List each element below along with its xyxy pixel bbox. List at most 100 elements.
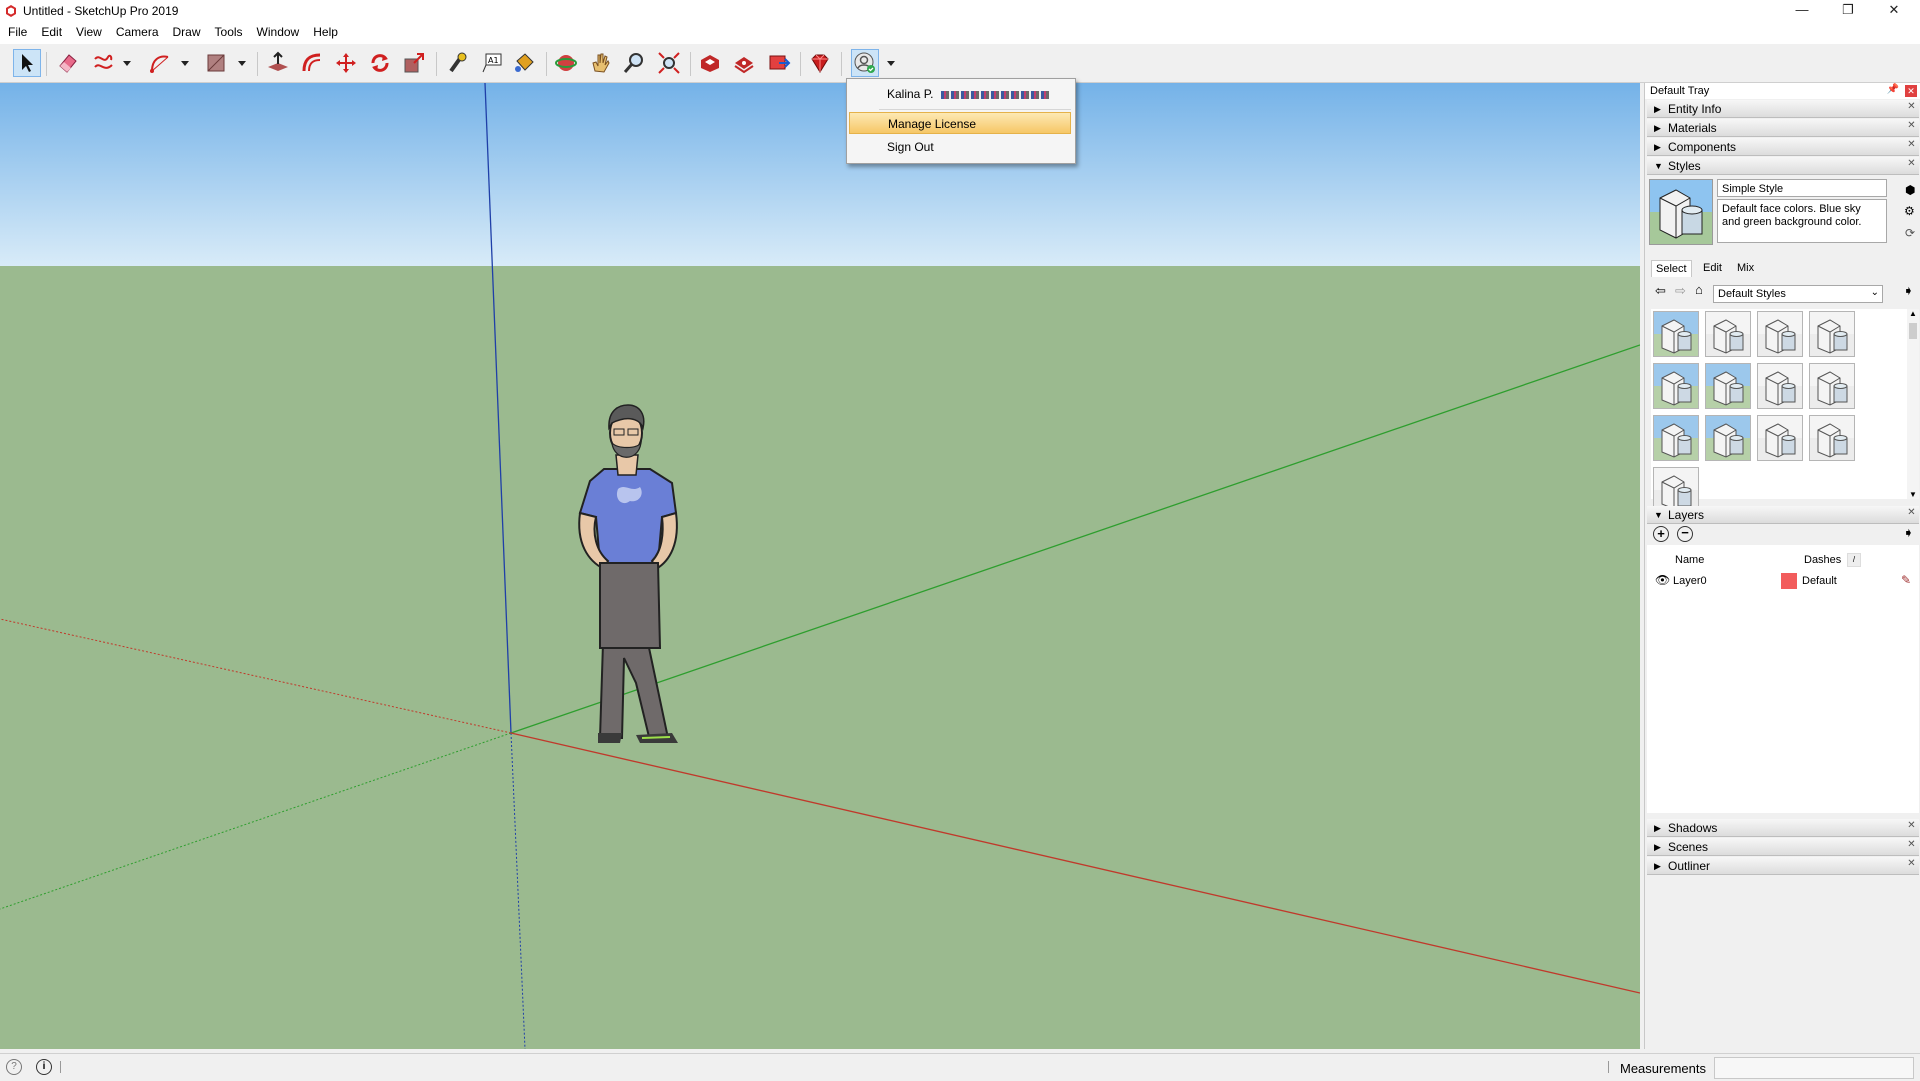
- model-viewport[interactable]: [0, 83, 1640, 1049]
- tray-close-button[interactable]: ✕: [1905, 85, 1917, 97]
- update-style-icon[interactable]: ⚙: [1904, 204, 1915, 218]
- eraser-tool-button[interactable]: [54, 49, 82, 77]
- menu-edit[interactable]: Edit: [34, 22, 69, 39]
- col-name-header[interactable]: Name: [1675, 554, 1704, 566]
- refresh-icon[interactable]: ⟳: [1905, 226, 1915, 240]
- style-thumbnail[interactable]: [1705, 311, 1751, 357]
- menu-help[interactable]: Help: [306, 22, 345, 39]
- info-icon[interactable]: i: [36, 1059, 52, 1075]
- chevron-down-icon[interactable]: [122, 58, 132, 68]
- add-layer-icon[interactable]: +: [1653, 526, 1669, 542]
- restore-button[interactable]: ❐: [1825, 0, 1871, 22]
- close-icon[interactable]: ✕: [1906, 121, 1917, 132]
- scroll-up-icon[interactable]: ▲: [1909, 309, 1917, 318]
- style-thumbnail[interactable]: [1809, 311, 1855, 357]
- panel-shadows[interactable]: ▶ Shadows ✕: [1647, 819, 1919, 837]
- push-pull-tool-button[interactable]: [264, 49, 292, 77]
- details-arrow-icon[interactable]: ➧: [1903, 283, 1914, 299]
- menu-file[interactable]: File: [0, 22, 34, 39]
- remove-layer-icon[interactable]: −: [1677, 526, 1693, 542]
- close-icon[interactable]: ✕: [1906, 159, 1917, 170]
- tab-mix[interactable]: Mix: [1737, 262, 1754, 274]
- panel-components[interactable]: ▶ Components ✕: [1647, 138, 1919, 156]
- pin-icon[interactable]: 📌: [1887, 84, 1899, 95]
- sign-out-item[interactable]: Sign Out: [849, 136, 1071, 158]
- menu-view[interactable]: View: [69, 22, 109, 39]
- menu-camera[interactable]: Camera: [109, 22, 166, 39]
- col-dashes-header[interactable]: Dashes: [1804, 554, 1841, 566]
- style-thumbnail[interactable]: [1809, 363, 1855, 409]
- scale-tool-button[interactable]: [400, 49, 428, 77]
- style-thumbnail[interactable]: [1809, 415, 1855, 461]
- zoom-extents-tool-button[interactable]: [655, 49, 683, 77]
- offset-tool-button[interactable]: [298, 49, 326, 77]
- panel-scenes[interactable]: ▶ Scenes ✕: [1647, 838, 1919, 856]
- visibility-eye-icon[interactable]: 👁: [1655, 573, 1670, 587]
- close-icon[interactable]: ✕: [1906, 102, 1917, 113]
- forward-arrow-icon[interactable]: ⇨: [1675, 283, 1686, 299]
- back-arrow-icon[interactable]: ⇦: [1655, 283, 1666, 299]
- style-name-field[interactable]: Simple Style: [1717, 179, 1887, 197]
- close-icon[interactable]: ✕: [1906, 508, 1917, 519]
- panel-outliner[interactable]: ▶ Outliner ✕: [1647, 857, 1919, 875]
- close-icon[interactable]: ✕: [1906, 859, 1917, 870]
- measurements-input[interactable]: [1714, 1057, 1914, 1079]
- tab-edit[interactable]: Edit: [1703, 262, 1722, 274]
- extension-manager-button[interactable]: [806, 49, 834, 77]
- tape-measure-tool-button[interactable]: [443, 49, 471, 77]
- thumbnail-scrollbar[interactable]: ▲ ▼: [1907, 309, 1919, 499]
- menu-window[interactable]: Window: [250, 22, 307, 39]
- 3d-warehouse-button[interactable]: [696, 49, 724, 77]
- close-icon[interactable]: ✕: [1906, 840, 1917, 851]
- home-icon[interactable]: ⌂: [1695, 282, 1703, 297]
- text-tool-button[interactable]: A1: [478, 49, 506, 77]
- layer-row[interactable]: 👁 Layer0 Default ✎: [1647, 571, 1919, 591]
- style-thumbnail[interactable]: [1705, 363, 1751, 409]
- menu-draw[interactable]: Draw: [166, 22, 208, 39]
- style-thumbnail[interactable]: [1757, 311, 1803, 357]
- account-button[interactable]: [851, 49, 879, 77]
- layer-name[interactable]: Layer0: [1673, 575, 1707, 587]
- tab-select[interactable]: Select: [1651, 260, 1692, 277]
- panel-materials[interactable]: ▶ Materials ✕: [1647, 119, 1919, 137]
- style-description-field[interactable]: Default face colors. Blue sky and green …: [1717, 199, 1887, 243]
- scrollbar-thumb[interactable]: [1909, 323, 1917, 339]
- chevron-down-icon[interactable]: [180, 58, 190, 68]
- pencil-icon[interactable]: ✎: [1901, 573, 1911, 587]
- extension-warehouse-button[interactable]: [730, 49, 758, 77]
- geo-location-icon[interactable]: ?: [6, 1059, 22, 1075]
- rotate-tool-button[interactable]: [366, 49, 394, 77]
- scroll-down-icon[interactable]: ▼: [1909, 490, 1917, 499]
- chevron-down-icon[interactable]: [237, 58, 247, 68]
- zoom-tool-button[interactable]: [620, 49, 648, 77]
- style-thumbnail[interactable]: [1653, 415, 1699, 461]
- move-tool-button[interactable]: [332, 49, 360, 77]
- layout-button[interactable]: [765, 49, 793, 77]
- panel-layers[interactable]: ▼ Layers ✕: [1647, 506, 1919, 524]
- style-thumbnail[interactable]: [1757, 415, 1803, 461]
- rectangle-tool-button[interactable]: [202, 49, 230, 77]
- style-thumbnail[interactable]: [1653, 363, 1699, 409]
- menu-tools[interactable]: Tools: [208, 22, 250, 39]
- details-arrow-icon[interactable]: ➧: [1903, 525, 1914, 541]
- close-button[interactable]: ✕: [1871, 0, 1917, 22]
- style-collection-select[interactable]: Default Styles ⌄: [1713, 285, 1883, 303]
- freehand-tool-button[interactable]: [90, 49, 118, 77]
- layer-color-swatch[interactable]: [1781, 573, 1797, 589]
- style-thumbnail[interactable]: [1757, 363, 1803, 409]
- arc-tool-button[interactable]: [146, 49, 174, 77]
- close-icon[interactable]: ✕: [1906, 821, 1917, 832]
- style-thumbnail[interactable]: [1705, 415, 1751, 461]
- panel-styles[interactable]: ▼ Styles ✕: [1647, 157, 1919, 175]
- chevron-down-icon[interactable]: [886, 58, 896, 68]
- layer-dashes-value[interactable]: Default: [1802, 575, 1837, 587]
- manage-license-item[interactable]: Manage License: [849, 112, 1071, 134]
- paint-bucket-tool-button[interactable]: [510, 49, 538, 77]
- select-tool-button[interactable]: [13, 49, 41, 77]
- style-thumbnail[interactable]: [1653, 311, 1699, 357]
- orbit-tool-button[interactable]: [552, 49, 580, 77]
- minimize-button[interactable]: —: [1779, 0, 1825, 22]
- create-style-icon[interactable]: ⬢: [1905, 183, 1915, 197]
- pan-tool-button[interactable]: [587, 49, 615, 77]
- panel-entity-info[interactable]: ▶ Entity Info ✕: [1647, 100, 1919, 118]
